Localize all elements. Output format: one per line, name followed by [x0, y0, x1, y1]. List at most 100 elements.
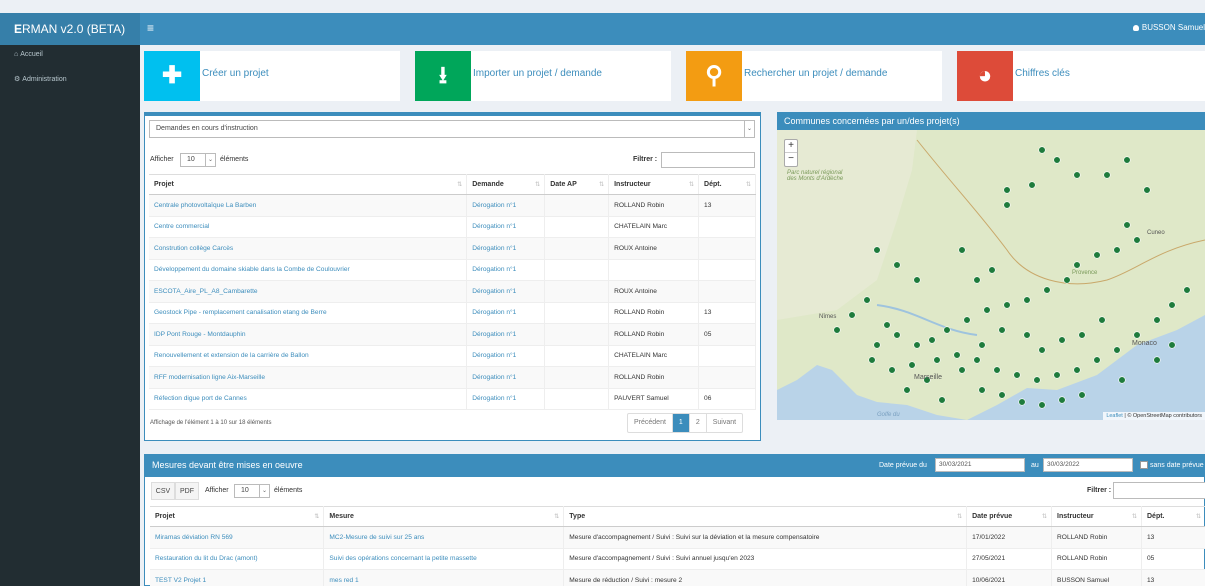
project-marker[interactable]	[1183, 286, 1191, 294]
table-row[interactable]: Restauration du lit du Drac (amont) Suivi…	[150, 548, 1205, 570]
table-cell[interactable]: IDP Pont Rouge - Montdauphin	[149, 323, 468, 346]
table-row[interactable]: Développement du domaine skiable dans la…	[149, 259, 756, 281]
table-cell[interactable]: Développement du domaine skiable dans la…	[149, 259, 468, 281]
project-marker[interactable]	[1078, 331, 1086, 339]
table-cell[interactable]: Centre commercial	[149, 216, 468, 238]
table-cell[interactable]: Geostock Pipe - remplacement canalisatio…	[149, 302, 468, 324]
table-cell[interactable]: mes red 1	[323, 569, 565, 586]
table-row[interactable]: Centre commercial Dérogation n°1 CHATELAIN…	[149, 216, 756, 238]
project-marker[interactable]	[873, 341, 881, 349]
project-marker[interactable]	[1033, 376, 1041, 384]
request-status-select[interactable]: Demandes en cours d'instruction ⌄	[149, 120, 755, 138]
table-cell[interactable]: Constrution collège Carcès	[149, 237, 468, 260]
table-cell[interactable]: Dérogation n°1	[466, 366, 546, 389]
col-instructeur[interactable]: Instructeur ⇅	[608, 174, 700, 195]
table-row[interactable]: RFF modernisation ligne Aix-Marseille Dér…	[149, 366, 756, 389]
table-cell[interactable]: ESCOTA_Aire_PL_A8_Cambarette	[149, 280, 468, 303]
project-marker[interactable]	[958, 366, 966, 374]
project-marker[interactable]	[1133, 236, 1141, 244]
project-marker[interactable]	[1003, 301, 1011, 309]
next-page-button[interactable]: Suivant	[707, 414, 742, 432]
app-logo[interactable]: ERMAN v2.0 (BETA)	[0, 13, 140, 45]
project-marker[interactable]	[883, 321, 891, 329]
project-marker[interactable]	[1003, 186, 1011, 194]
project-marker[interactable]	[1043, 286, 1051, 294]
col-projet[interactable]: Projet ⇅	[150, 506, 325, 527]
project-marker[interactable]	[978, 341, 986, 349]
table-cell[interactable]: Dérogation n°1	[466, 323, 546, 346]
table-row[interactable]: Centrale photovoltaïque La Barben Dérogat…	[149, 194, 756, 217]
zoom-in-button[interactable]: +	[785, 140, 797, 153]
project-marker[interactable]	[938, 396, 946, 404]
project-marker[interactable]	[893, 261, 901, 269]
col-date-prevue[interactable]: Date prévue ⇅	[966, 506, 1053, 527]
project-marker[interactable]	[1168, 301, 1176, 309]
project-marker[interactable]	[863, 296, 871, 304]
project-marker[interactable]	[1123, 156, 1131, 164]
sidebar-item-administration[interactable]: ⚙ Administration	[14, 75, 67, 83]
table-cell[interactable]: Dérogation n°1	[466, 194, 546, 217]
table-cell[interactable]: RFF modernisation ligne Aix-Marseille	[149, 366, 468, 389]
table-cell[interactable]: Dérogation n°1	[466, 345, 546, 367]
table-row[interactable]: Réfection digue port de Cannes Dérogation…	[149, 388, 756, 410]
project-marker[interactable]	[998, 391, 1006, 399]
project-marker[interactable]	[1078, 391, 1086, 399]
project-marker[interactable]	[1053, 371, 1061, 379]
project-marker[interactable]	[1123, 221, 1131, 229]
project-marker[interactable]	[868, 356, 876, 364]
filter-input[interactable]	[661, 152, 755, 168]
page-1-button[interactable]: 1	[672, 414, 690, 432]
project-marker[interactable]	[1058, 336, 1066, 344]
project-marker[interactable]	[1168, 341, 1176, 349]
project-marker[interactable]	[1113, 346, 1121, 354]
project-marker[interactable]	[1093, 356, 1101, 364]
user-menu[interactable]: BUSSON Samuel	[1132, 23, 1205, 32]
project-marker[interactable]	[993, 366, 1001, 374]
table-row[interactable]: IDP Pont Rouge - Montdauphin Dérogation n…	[149, 323, 756, 346]
tile-create-project[interactable]: ✚ Créer un projet	[144, 51, 400, 101]
menu-toggle-icon[interactable]: ≡	[147, 21, 154, 35]
project-marker[interactable]	[1113, 246, 1121, 254]
table-cell[interactable]: Renouvellement et extension de la carriè…	[149, 345, 468, 367]
project-marker[interactable]	[958, 246, 966, 254]
table-cell[interactable]: Dérogation n°1	[466, 259, 546, 281]
table-cell[interactable]: Dérogation n°1	[466, 280, 546, 303]
table-cell[interactable]: Miramas déviation RN 569	[150, 526, 325, 549]
col-instructeur[interactable]: Instructeur ⇅	[1051, 506, 1142, 527]
project-marker[interactable]	[983, 306, 991, 314]
project-marker[interactable]	[1153, 356, 1161, 364]
table-row[interactable]: ESCOTA_Aire_PL_A8_Cambarette Dérogation n…	[149, 280, 756, 303]
col-type[interactable]: Type ⇅	[563, 506, 968, 527]
date-from-input[interactable]: 30/03/2021	[935, 458, 1025, 472]
table-row[interactable]: Constrution collège Carcès Dérogation n°1…	[149, 237, 756, 260]
project-marker[interactable]	[893, 331, 901, 339]
project-marker[interactable]	[1038, 146, 1046, 154]
project-marker[interactable]	[928, 336, 936, 344]
table-cell[interactable]: MC2-Mesure de suivi sur 25 ans	[323, 526, 565, 549]
project-marker[interactable]	[1103, 171, 1111, 179]
project-marker[interactable]	[933, 356, 941, 364]
project-marker[interactable]	[1133, 331, 1141, 339]
project-marker[interactable]	[1073, 171, 1081, 179]
project-marker[interactable]	[1013, 371, 1021, 379]
project-marker[interactable]	[1098, 316, 1106, 324]
page-2-button[interactable]: 2	[690, 414, 707, 432]
project-marker[interactable]	[998, 326, 1006, 334]
project-marker[interactable]	[1073, 366, 1081, 374]
table-cell[interactable]: Dérogation n°1	[466, 216, 546, 238]
leaflet-link[interactable]: Leaflet	[1106, 413, 1123, 419]
tile-search-project[interactable]: ⚲ Rechercher un projet / demande	[686, 51, 942, 101]
project-marker[interactable]	[1028, 181, 1036, 189]
project-marker[interactable]	[913, 276, 921, 284]
communes-map[interactable]: Parc naturel régional des Monts d'Ardèch…	[777, 130, 1205, 420]
project-marker[interactable]	[973, 276, 981, 284]
project-marker[interactable]	[1118, 376, 1126, 384]
col-demande[interactable]: Demande ⇅	[466, 174, 546, 195]
project-marker[interactable]	[888, 366, 896, 374]
table-cell[interactable]: TEST V2 Projet 1	[150, 569, 325, 586]
date-to-input[interactable]: 30/03/2022	[1043, 458, 1133, 472]
sidebar-item-accueil[interactable]: ⌂ Accueil	[14, 51, 43, 58]
table-cell[interactable]: Centrale photovoltaïque La Barben	[149, 194, 468, 217]
project-marker[interactable]	[1053, 156, 1061, 164]
project-marker[interactable]	[943, 326, 951, 334]
